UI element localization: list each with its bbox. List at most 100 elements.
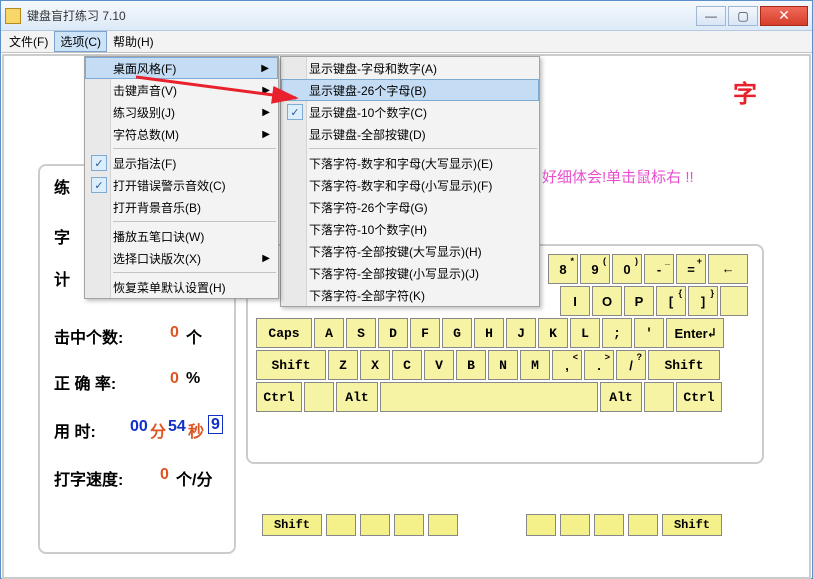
key-0[interactable]: 0)	[612, 254, 642, 284]
key-backslash[interactable]	[720, 286, 748, 316]
key-h[interactable]: H	[474, 318, 504, 348]
menubar: 文件(F) 选项(C) 帮助(H)	[1, 31, 812, 53]
menu-fall-alnum-lower[interactable]: 下落字符-数字和字母(小写显示)(F)	[281, 174, 539, 196]
menu-show-kb-alnum[interactable]: 显示键盘-字母和数字(A)	[281, 57, 539, 79]
menu-fall-all-upper[interactable]: 下落字符-全部按键(大写显示)(H)	[281, 240, 539, 262]
key-ralt[interactable]: Alt	[600, 382, 642, 412]
hint-key	[360, 514, 390, 536]
menu-desktop-style[interactable]: 桌面风格(F)▶	[85, 57, 278, 79]
key-m[interactable]: M	[520, 350, 550, 380]
hit-label: 击中个数:	[54, 330, 123, 347]
key-lbracket[interactable]: [{	[656, 286, 686, 316]
key-period[interactable]: .>	[584, 350, 614, 380]
key-lshift[interactable]: Shift	[256, 350, 326, 380]
key-v[interactable]: V	[424, 350, 454, 380]
hit-unit: 个	[186, 330, 202, 347]
menu-fall-alnum-upper[interactable]: 下落字符-数字和字母(大写显示)(E)	[281, 152, 539, 174]
key-k[interactable]: K	[538, 318, 568, 348]
key-a[interactable]: A	[314, 318, 344, 348]
speed-value: 0	[160, 466, 169, 484]
menu-char-count[interactable]: 字符总数(M)▶	[85, 123, 278, 145]
menu-options[interactable]: 选项(C)	[54, 31, 107, 52]
hint-key	[594, 514, 624, 536]
key-rshift[interactable]: Shift	[648, 350, 720, 380]
stat-partial-2: 字	[54, 230, 70, 247]
key-j[interactable]: J	[506, 318, 536, 348]
menu-practice-level[interactable]: 练习级别(J)▶	[85, 101, 278, 123]
key-lalt[interactable]: Alt	[336, 382, 378, 412]
time-box: 9	[208, 415, 223, 434]
hit-value: 0	[170, 324, 179, 342]
header-char: 字	[733, 74, 757, 109]
hint-lshift: Shift	[262, 514, 322, 536]
menu-key-sound[interactable]: 击键声音(V)▶	[85, 79, 278, 101]
key-b[interactable]: B	[456, 350, 486, 380]
key-lctrl[interactable]: Ctrl	[256, 382, 302, 412]
menu-fall-all-lower[interactable]: 下落字符-全部按键(小写显示)(J)	[281, 262, 539, 284]
menu-show-kb-all[interactable]: 显示键盘-全部按键(D)	[281, 123, 539, 145]
key-rctrl[interactable]: Ctrl	[676, 382, 722, 412]
key-l[interactable]: L	[570, 318, 600, 348]
menu-show-fingering[interactable]: ✓显示指法(F)	[85, 152, 278, 174]
key-n[interactable]: N	[488, 350, 518, 380]
key-minus[interactable]: -_	[644, 254, 674, 284]
key-caps[interactable]: Caps	[256, 318, 312, 348]
hint-key	[628, 514, 658, 536]
key-9[interactable]: 9(	[580, 254, 610, 284]
menu-bg-music[interactable]: 打开背景音乐(B)	[85, 196, 278, 218]
key-equals[interactable]: =+	[676, 254, 706, 284]
menu-fall-all-chars[interactable]: 下落字符-全部字符(K)	[281, 284, 539, 306]
speed-label: 打字速度:	[54, 472, 123, 489]
stat-partial-3: 计	[54, 272, 70, 289]
key-f[interactable]: F	[410, 318, 440, 348]
key-c[interactable]: C	[392, 350, 422, 380]
key-8[interactable]: 8*	[548, 254, 578, 284]
key-rwin[interactable]	[644, 382, 674, 412]
menu-play-wubi[interactable]: 播放五笔口诀(W)	[85, 225, 278, 247]
key-s[interactable]: S	[346, 318, 376, 348]
maximize-button[interactable]: ▢	[728, 6, 758, 26]
time-sec: 54	[168, 418, 186, 435]
key-comma[interactable]: ,<	[552, 350, 582, 380]
menu-fall-26[interactable]: 下落字符-26个字母(G)	[281, 196, 539, 218]
key-z[interactable]: Z	[328, 350, 358, 380]
menu-error-sound[interactable]: ✓打开错误警示音效(C)	[85, 174, 278, 196]
menu-file[interactable]: 文件(F)	[3, 31, 54, 52]
key-lwin[interactable]	[304, 382, 334, 412]
accuracy-value: 0	[170, 370, 179, 388]
key-space[interactable]	[380, 382, 598, 412]
hint-key	[428, 514, 458, 536]
menu-select-version[interactable]: 选择口诀版次(X)▶	[85, 247, 278, 269]
menu-restore-defaults[interactable]: 恢复菜单默认设置(H)	[85, 276, 278, 298]
key-i[interactable]: I	[560, 286, 590, 316]
key-semicolon[interactable]: ;	[602, 318, 632, 348]
key-o[interactable]: O	[592, 286, 622, 316]
minimize-button[interactable]: —	[696, 6, 726, 26]
key-d[interactable]: D	[378, 318, 408, 348]
key-g[interactable]: G	[442, 318, 472, 348]
content-area: 字 好细体会!单击鼠标右 !! 桌面风格(F)▶ 击键声音(V)▶ 练习级别(J…	[2, 54, 811, 579]
time-min: 00	[130, 418, 148, 435]
menu-show-kb-26[interactable]: 显示键盘-26个字母(B)	[281, 79, 539, 101]
titlebar: 键盘盲打练习 7.10 — ▢ ✕	[1, 1, 812, 31]
time-label: 用 时:	[54, 424, 96, 441]
window-title: 键盘盲打练习 7.10	[27, 7, 696, 24]
key-x[interactable]: X	[360, 350, 390, 380]
key-enter[interactable]: Enter↲	[666, 318, 724, 348]
accuracy-label: 正 确 率:	[54, 376, 116, 393]
hint-text: 好细体会!单击鼠标右 !!	[542, 168, 694, 188]
key-rbracket[interactable]: ]}	[688, 286, 718, 316]
menu-fall-10[interactable]: 下落字符-10个数字(H)	[281, 218, 539, 240]
key-slash[interactable]: /?	[616, 350, 646, 380]
menu-show-kb-10[interactable]: ✓显示键盘-10个数字(C)	[281, 101, 539, 123]
hint-key	[526, 514, 556, 536]
accuracy-unit: %	[186, 370, 200, 387]
key-p[interactable]: P	[624, 286, 654, 316]
key-backspace[interactable]: ←	[708, 254, 748, 284]
key-quote[interactable]: '	[634, 318, 664, 348]
time-sec-unit: 秒	[188, 418, 204, 442]
close-button[interactable]: ✕	[760, 6, 808, 26]
menu-help[interactable]: 帮助(H)	[107, 31, 160, 52]
app-icon	[5, 8, 21, 24]
options-submenu: 桌面风格(F)▶ 击键声音(V)▶ 练习级别(J)▶ 字符总数(M)▶ ✓显示指…	[84, 56, 279, 299]
